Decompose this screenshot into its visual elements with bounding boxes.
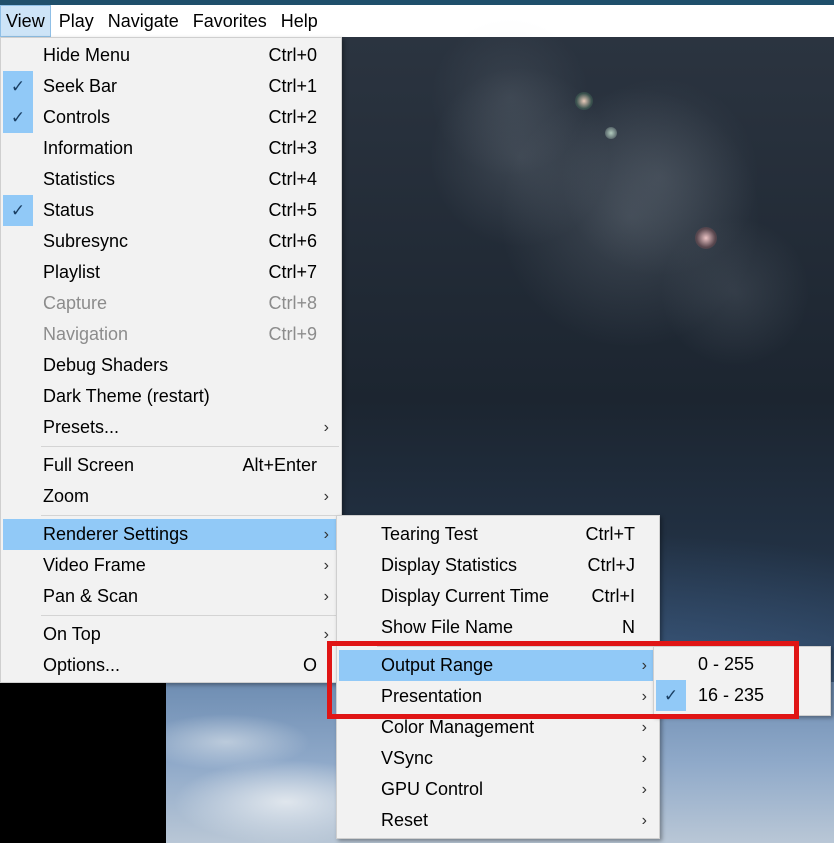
menu-item-shortcut: Ctrl+T: [585, 524, 636, 544]
lens-flare: [660, 217, 810, 367]
lens-flare: [575, 92, 593, 110]
menu-item-shortcut: Ctrl+4: [268, 169, 317, 189]
chevron-right-icon: ›: [323, 418, 329, 436]
menu-item-label: Navigation: [43, 324, 129, 344]
chevron-right-icon: ›: [323, 525, 329, 543]
menu-item-label: Color Management: [381, 717, 535, 737]
menu-item-shortcut: Ctrl+6: [268, 231, 317, 251]
menu-item-label: Show File Name: [381, 617, 514, 637]
letterbox-area: [0, 682, 166, 843]
menu-help[interactable]: Help: [275, 5, 324, 37]
menu-item-label: Statistics: [43, 169, 116, 189]
menu-item-controls[interactable]: ✓ Controls Ctrl+2: [3, 102, 339, 133]
chevron-right-icon: ›: [323, 587, 329, 605]
check-icon: ✓: [3, 195, 33, 226]
menu-navigate[interactable]: Navigate: [102, 5, 185, 37]
menu-item-label: Zoom: [43, 486, 90, 506]
menu-item-subresync[interactable]: Subresync Ctrl+6: [3, 226, 339, 257]
menu-item-label: Options...: [43, 655, 121, 675]
chevron-right-icon: ›: [641, 780, 647, 798]
annotation-highlight-box: [327, 641, 799, 719]
lens-flare: [605, 127, 617, 139]
menu-item-shortcut: Ctrl+1: [268, 76, 317, 96]
menu-item-show-file-name[interactable]: Show File Name N: [339, 612, 657, 643]
menu-view[interactable]: View: [0, 5, 51, 37]
menu-item-presets[interactable]: Presets... ›: [3, 412, 339, 443]
menu-item-video-frame[interactable]: Video Frame ›: [3, 550, 339, 581]
menu-item-vsync[interactable]: VSync ›: [339, 743, 657, 774]
menu-item-shortcut: Ctrl+J: [587, 555, 635, 575]
menu-item-label: Dark Theme (restart): [43, 386, 210, 406]
menu-favorites[interactable]: Favorites: [187, 5, 273, 37]
menu-item-display-statistics[interactable]: Display Statistics Ctrl+J: [339, 550, 657, 581]
menu-item-gpu-control[interactable]: GPU Control ›: [339, 774, 657, 805]
menu-item-label: Tearing Test: [381, 524, 478, 544]
menu-item-label: Status: [43, 200, 95, 220]
menu-item-full-screen[interactable]: Full Screen Alt+Enter: [3, 450, 339, 481]
menu-item-hide-menu[interactable]: Hide Menu Ctrl+0: [3, 40, 339, 71]
menu-item-shortcut: O: [302, 655, 317, 675]
menu-item-tearing-test[interactable]: Tearing Test Ctrl+T: [339, 519, 657, 550]
menu-separator: [41, 515, 339, 516]
menu-item-shortcut: Ctrl+3: [268, 138, 317, 158]
lens-flare: [695, 227, 717, 249]
menu-item-label: Presets...: [43, 417, 120, 437]
menu-item-zoom[interactable]: Zoom ›: [3, 481, 339, 512]
menu-item-label: Full Screen: [43, 455, 135, 475]
menu-item-label: Display Statistics: [381, 555, 518, 575]
menu-item-on-top[interactable]: On Top ›: [3, 619, 339, 650]
menu-item-playlist[interactable]: Playlist Ctrl+7: [3, 257, 339, 288]
menu-item-dark-theme[interactable]: Dark Theme (restart): [3, 381, 339, 412]
menu-play[interactable]: Play: [53, 5, 100, 37]
menu-item-label: Seek Bar: [43, 76, 118, 96]
menu-item-label: Information: [43, 138, 134, 158]
menu-item-label: Subresync: [43, 231, 129, 251]
menu-item-shortcut: Alt+Enter: [242, 455, 317, 475]
view-menu: Hide Menu Ctrl+0 ✓ Seek Bar Ctrl+1 ✓ Con…: [0, 37, 342, 683]
menu-item-status[interactable]: ✓ Status Ctrl+5: [3, 195, 339, 226]
menu-item-label: Controls: [43, 107, 111, 127]
menu-item-label: Video Frame: [43, 555, 146, 575]
menu-item-pan-scan[interactable]: Pan & Scan ›: [3, 581, 339, 612]
menu-item-label: Debug Shaders: [43, 355, 169, 375]
chevron-right-icon: ›: [323, 487, 329, 505]
chevron-right-icon: ›: [641, 811, 647, 829]
menu-bar: View Play Navigate Favorites Help: [0, 5, 834, 38]
menu-item-label: On Top: [43, 624, 101, 644]
menu-item-label: Renderer Settings: [43, 524, 189, 544]
menu-item-shortcut: Ctrl+5: [268, 200, 317, 220]
chevron-right-icon: ›: [641, 749, 647, 767]
menu-item-label: Playlist: [43, 262, 101, 282]
menu-item-label: VSync: [381, 748, 434, 768]
menu-item-shortcut: Ctrl+0: [268, 45, 317, 65]
menu-item-label: Reset: [381, 810, 429, 830]
menu-item-seek-bar[interactable]: ✓ Seek Bar Ctrl+1: [3, 71, 339, 102]
chevron-right-icon: ›: [323, 556, 329, 574]
check-icon: ✓: [3, 71, 33, 102]
menu-item-navigation: Navigation Ctrl+9: [3, 319, 339, 350]
menu-item-capture: Capture Ctrl+8: [3, 288, 339, 319]
menu-item-shortcut: N: [622, 617, 635, 637]
menu-item-reset[interactable]: Reset ›: [339, 805, 657, 836]
menu-item-label: Hide Menu: [43, 45, 131, 65]
menu-item-shortcut: Ctrl+9: [268, 324, 317, 344]
chevron-right-icon: ›: [641, 718, 647, 736]
menu-item-options[interactable]: Options... O: [3, 650, 339, 681]
menu-item-shortcut: Ctrl+8: [268, 293, 317, 313]
menu-item-renderer-settings[interactable]: Renderer Settings ›: [3, 519, 339, 550]
menu-item-statistics[interactable]: Statistics Ctrl+4: [3, 164, 339, 195]
menu-item-shortcut: Ctrl+I: [591, 586, 635, 606]
menu-item-label: Capture: [43, 293, 108, 313]
menu-separator: [41, 446, 339, 447]
menu-item-label: Pan & Scan: [43, 586, 139, 606]
menu-separator: [41, 615, 339, 616]
menu-item-information[interactable]: Information Ctrl+3: [3, 133, 339, 164]
menu-item-label: Display Current Time: [381, 586, 550, 606]
menu-item-debug-shaders[interactable]: Debug Shaders: [3, 350, 339, 381]
menu-item-shortcut: Ctrl+7: [268, 262, 317, 282]
menu-item-display-current-time[interactable]: Display Current Time Ctrl+I: [339, 581, 657, 612]
menu-item-label: GPU Control: [381, 779, 484, 799]
check-icon: ✓: [3, 102, 33, 133]
menu-item-shortcut: Ctrl+2: [268, 107, 317, 127]
